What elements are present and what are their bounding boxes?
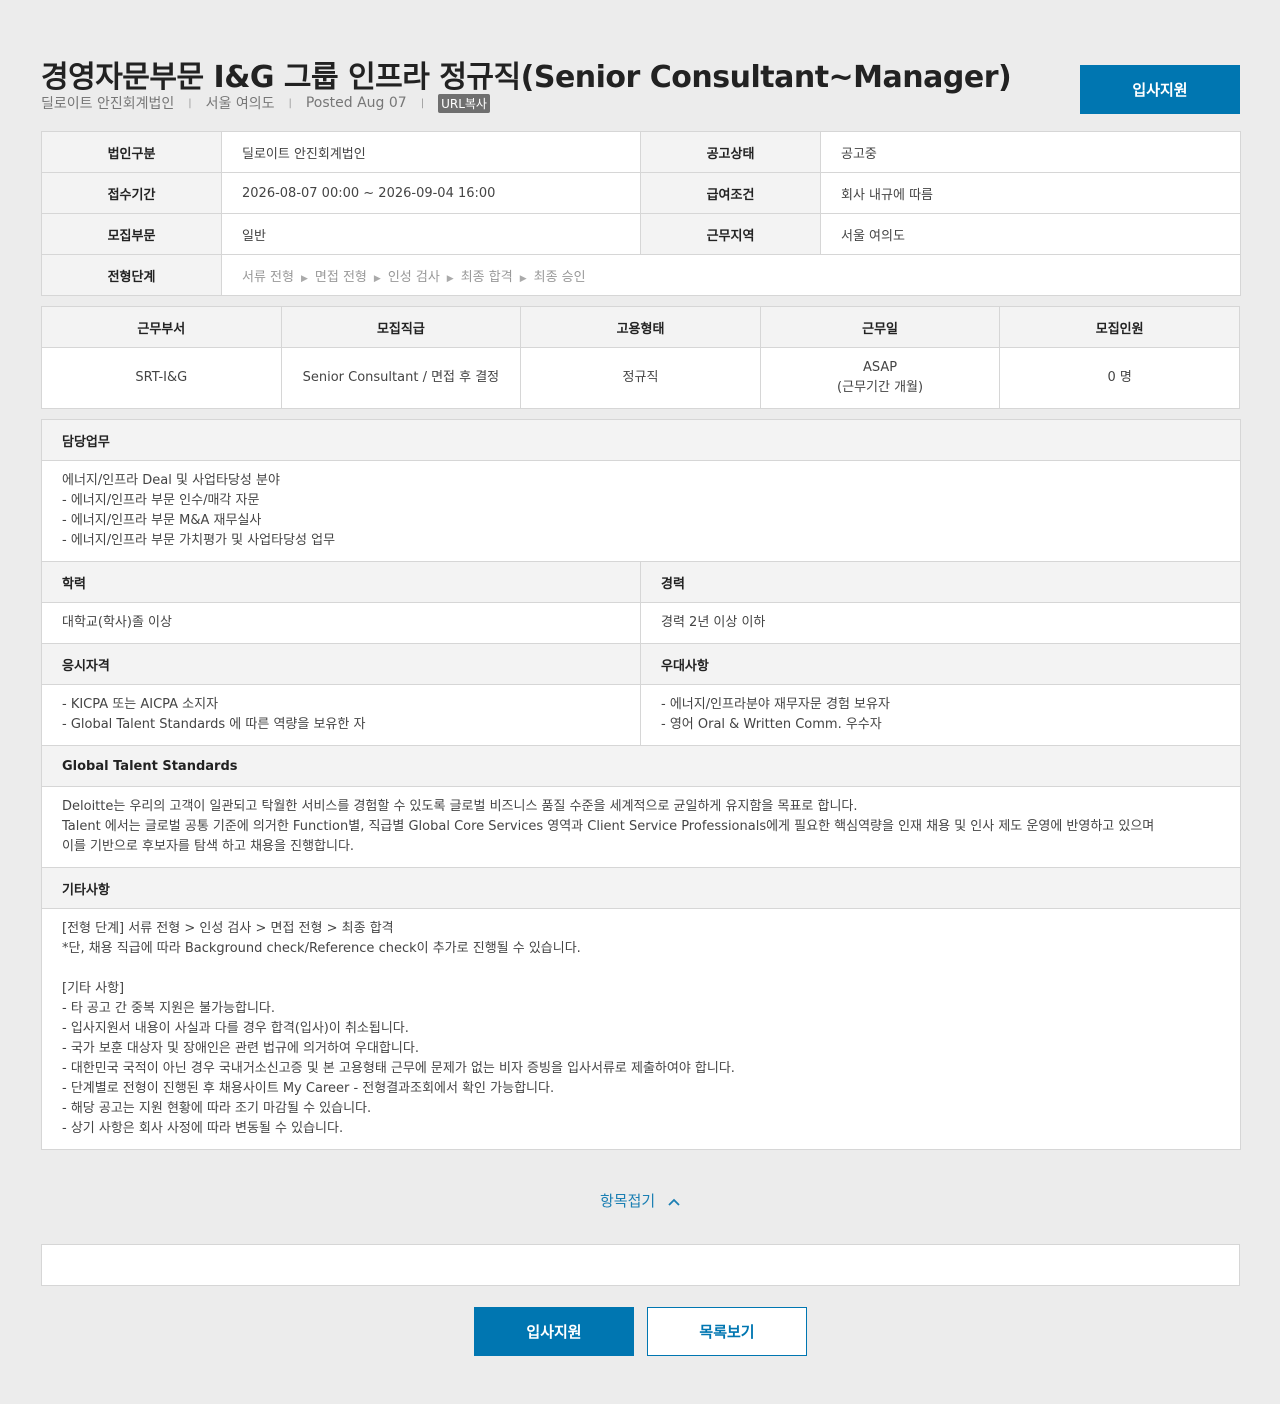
page-title: 경영자문부문 I&G 그룹 인프라 정규직(Senior Consultant~…: [41, 60, 1012, 95]
job-info-table: 법인구분 딜로이트 안진회계법인 공고상태 공고중 접수기간 2026-08-0…: [41, 131, 1241, 296]
qual-label: 응시자격: [41, 643, 641, 685]
step-item: 서류 전형: [242, 269, 294, 285]
job-meta: 딜로이트 안진회계법인 | 서울 여의도 | Posted Aug 07 | U…: [41, 93, 490, 113]
salary-label: 급여조건: [640, 172, 821, 214]
region-label: 근무지역: [640, 213, 821, 255]
table-row: SRT-I&G Senior Consultant / 면접 후 결정 정규직 …: [41, 347, 1240, 409]
salary-value: 회사 내규에 따름: [820, 172, 1241, 214]
meta-separator: |: [188, 97, 192, 109]
etc-text: [전형 단계] 서류 전형 > 인성 검사 > 면접 전형 > 최종 합격 *단…: [41, 908, 1241, 1150]
column-header: 모집직급: [280, 306, 522, 348]
step-item: 면접 전형: [314, 269, 367, 285]
dept-value: 일반: [221, 213, 641, 255]
period-value: 2026-08-07 00:00 ~ 2026-09-04 16:00: [221, 172, 641, 214]
apply-button-bottom[interactable]: 입사지원: [474, 1307, 634, 1356]
etc-label: 기타사항: [41, 867, 1241, 909]
apply-button-top[interactable]: 입사지원: [1080, 65, 1240, 114]
qual-text: - KICPA 또는 AICPA 소지자 - Global Talent Sta…: [41, 684, 641, 746]
corp-label: 법인구분: [41, 131, 222, 173]
table-cell: SRT-I&G: [41, 347, 282, 409]
pref-text: - 에너지/인프라분야 재무자문 경험 보유자 - 영어 Oral & Writ…: [640, 684, 1241, 746]
step-arrow-icon: ▶: [373, 273, 381, 284]
column-header: 근무일: [759, 306, 1001, 348]
list-button[interactable]: 목록보기: [647, 1307, 807, 1356]
table-cell: Senior Consultant / 면접 후 결정: [280, 347, 522, 409]
step-arrow-icon: ▶: [300, 273, 308, 284]
step-arrow-icon: ▶: [446, 273, 454, 284]
duty-text: 에너지/인프라 Deal 및 사업타당성 분야 - 에너지/인프라 부문 인수/…: [41, 460, 1241, 562]
step-item: 최종 승인: [533, 269, 586, 285]
posted-date: Posted Aug 07: [305, 95, 407, 111]
career-value: 경력 2년 이상 이하: [640, 602, 1241, 644]
gts-text: Deloitte는 우리의 고객이 일관되고 탁월한 서비스를 경험할 수 있도…: [41, 786, 1241, 868]
company-name: 딜로이트 안진회계법인: [41, 96, 175, 112]
meta-separator: |: [288, 97, 292, 109]
table-cell: 정규직: [520, 347, 761, 409]
steps-value: 서류 전형 ▶ 면접 전형 ▶ 인성 검사 ▶ 최종 합격 ▶ 최종 승인: [221, 254, 1241, 296]
steps-label: 전형단계: [41, 254, 222, 296]
column-header: 모집인원: [999, 306, 1240, 348]
chevron-up-icon: [668, 1192, 680, 1210]
career-label: 경력: [640, 561, 1241, 603]
job-detail-table: 담당업무 에너지/인프라 Deal 및 사업타당성 분야 - 에너지/인프라 부…: [41, 419, 1241, 1150]
status-value: 공고중: [820, 131, 1241, 173]
table-cell: 0 명: [999, 347, 1240, 409]
pref-label: 우대사항: [640, 643, 1241, 685]
fold-toggle[interactable]: 항목접기: [0, 1190, 1280, 1211]
meta-separator: |: [420, 97, 425, 109]
dept-label: 모집부문: [41, 213, 222, 255]
duty-label: 담당업무: [41, 419, 1241, 461]
edu-label: 학력: [41, 561, 641, 603]
column-header: 근무부서: [41, 306, 282, 348]
region-value: 서울 여의도: [820, 213, 1241, 255]
column-header: 고용형태: [520, 306, 761, 348]
table-cell: ASAP (근무기간 개월): [759, 347, 1001, 409]
job-location: 서울 여의도: [205, 96, 275, 112]
empty-panel: [41, 1244, 1240, 1286]
gts-label: Global Talent Standards: [41, 745, 1241, 787]
edu-value: 대학교(학사)졸 이상: [41, 602, 641, 644]
period-label: 접수기간: [41, 172, 222, 214]
step-item: 인성 검사: [387, 269, 440, 285]
corp-value: 딜로이트 안진회계법인: [221, 131, 641, 173]
status-label: 공고상태: [640, 131, 821, 173]
url-copy-button[interactable]: URL복사: [438, 93, 490, 113]
step-arrow-icon: ▶: [519, 273, 527, 284]
fold-label: 항목접기: [600, 1192, 656, 1210]
step-item: 최종 합격: [460, 269, 513, 285]
position-table: 근무부서 모집직급 고용형태 근무일 모집인원 SRT-I&G Senior C…: [41, 306, 1240, 409]
